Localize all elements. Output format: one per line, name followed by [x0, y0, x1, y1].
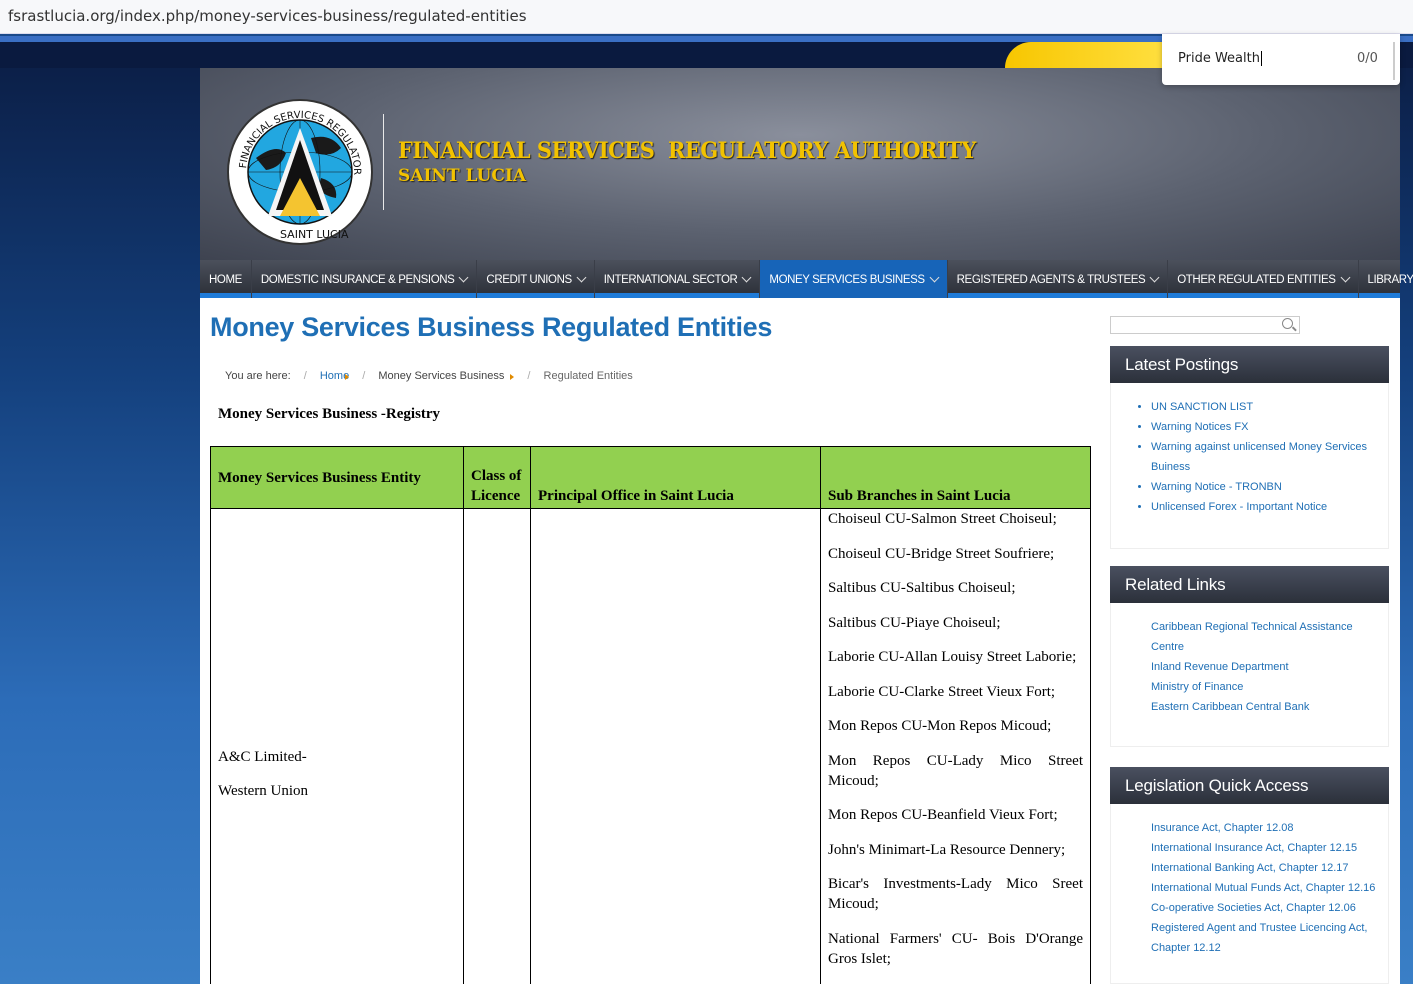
chevron-down-icon [458, 272, 469, 283]
chevron-down-icon [1340, 272, 1350, 283]
class-cell [463, 508, 531, 984]
find-match-count: 0/0 [1357, 51, 1378, 66]
column-header-entity: Money Services Business Entity [210, 446, 464, 509]
legislation-link[interactable]: Registered Agent and Trustee Licencing A… [1151, 918, 1378, 958]
legislation-link[interactable]: International Mutual Funds Act, Chapter … [1151, 878, 1378, 898]
latest-posting-link[interactable]: Unlicensed Forex - Important Notice [1151, 497, 1378, 517]
registry-table: Money Services Business Entity Class of … [210, 446, 1091, 984]
related-link[interactable]: Ministry of Finance [1151, 677, 1378, 697]
branch-item: Saltibus CU-Saltibus Choiseul; [828, 580, 1016, 596]
legislation-link[interactable]: International Insurance Act, Chapter 12.… [1151, 838, 1378, 858]
nav-library[interactable]: LIBRARY [1359, 260, 1413, 298]
module-title: Latest Postings [1110, 346, 1389, 383]
org-subtitle: SAINT LUCIA [398, 166, 527, 186]
breadcrumb-section[interactable]: Money Services Business [378, 370, 504, 382]
latest-posting-link[interactable]: UN SANCTION LIST [1151, 397, 1378, 417]
breadcrumb-separator: / [527, 370, 531, 382]
breadcrumb-separator: / [303, 370, 307, 382]
nav-home[interactable]: HOME [200, 260, 252, 298]
nav-registered-agents[interactable]: REGISTERED AGENTS & TRUSTEES [948, 260, 1169, 298]
branch-item: John's Minimart-La Resource Dennery; [828, 841, 1066, 858]
address-bar[interactable]: fsrastlucia.org/index.php/money-services… [0, 0, 1413, 34]
chevron-down-icon [929, 272, 940, 283]
legislation-link[interactable]: International Banking Act, Chapter 12.17 [1151, 858, 1378, 878]
chevron-down-icon [1149, 272, 1160, 283]
search-icon[interactable] [1282, 318, 1293, 329]
arrow-right-icon [510, 374, 515, 380]
latest-postings-module: Latest Postings UN SANCTION LIST Warning… [1110, 346, 1389, 549]
nav-international-sector[interactable]: INTERNATIONAL SECTOR [595, 260, 761, 298]
office-cell [530, 508, 821, 984]
nav-money-services[interactable]: MONEY SERVICES BUSINESS [760, 260, 948, 298]
search-input[interactable] [1110, 316, 1300, 334]
branch-item: Mon Repos CU-Mon Repos Micoud; [828, 718, 1052, 734]
entity-brand: Western Union [218, 783, 309, 799]
related-link[interactable]: Eastern Caribbean Central Bank [1151, 697, 1378, 717]
registry-title: Money Services Business -Registry [218, 406, 441, 422]
branch-item: Mon Repos CU-Lady Mico Street Micoud; [828, 752, 1083, 789]
breadcrumb-separator: / [362, 370, 366, 382]
svg-text:SAINT LUCIA: SAINT LUCIA [280, 228, 349, 241]
breadcrumb: You are here: / Home / Money Services Bu… [225, 370, 643, 382]
page-title: Money Services Business Regulated Entiti… [210, 312, 773, 342]
org-title: FINANCIAL SERVICES REGULATORY AUTHORITY [398, 138, 976, 164]
breadcrumb-current: Regulated Entities [543, 370, 633, 382]
main-content: Money Services Business Regulated Entiti… [210, 312, 1091, 984]
branch-item: National Farmers' CU- Bois D'Orange Gros… [828, 930, 1083, 967]
table-row: A&C Limited- Western Union Choiseul CU-S… [210, 508, 1091, 984]
gold-accent [1005, 42, 1165, 68]
branch-item: Laborie CU-Allan Louisy Street Laborie; [828, 649, 1077, 665]
branch-item: Choiseul CU-Salmon Street Choiseul; [828, 511, 1057, 527]
column-header-office: Principal Office in Saint Lucia [530, 446, 821, 509]
latest-posting-link[interactable]: Warning Notices FX [1151, 417, 1378, 437]
breadcrumb-prefix: You are here: [225, 370, 291, 382]
chevron-down-icon [576, 272, 587, 283]
branch-item: Bicar's Investments-Lady Mico Sreet Mico… [828, 876, 1083, 912]
nav-other-entities[interactable]: OTHER REGULATED ENTITIES [1168, 260, 1359, 298]
find-in-page-bar: Pride Wealth 0/0 [1162, 34, 1400, 85]
related-link[interactable]: Inland Revenue Department [1151, 657, 1378, 677]
latest-posting-link[interactable]: Warning Notice - TRONBN [1151, 477, 1378, 497]
fsra-logo: FINANCIAL SERVICES REGULATORY AUTHORITY … [226, 98, 373, 245]
table-header-row: Money Services Business Entity Class of … [210, 446, 1091, 509]
module-title: Legislation Quick Access [1110, 767, 1389, 804]
related-links-module: Related Links Caribbean Regional Technic… [1110, 566, 1389, 747]
branch-item: Choiseul CU-Bridge Street Soufriere; [828, 545, 1055, 562]
header-divider [383, 114, 384, 210]
column-header-branches: Sub Branches in Saint Lucia [820, 446, 1091, 509]
nav-domestic-insurance[interactable]: DOMESTIC INSURANCE & PENSIONS [252, 260, 478, 298]
latest-posting-link[interactable]: Warning against unlicensed Money Service… [1151, 437, 1378, 477]
branches-cell: Choiseul CU-Salmon Street Choiseul; Choi… [820, 508, 1091, 984]
branch-item: Laborie CU-Clarke Street Vieux Fort; [828, 683, 1056, 700]
branch-item: Saltibus CU-Piaye Choiseul; [828, 614, 1001, 631]
branch-item: Mon Repos CU-Beanfield Vieux Fort; [828, 807, 1058, 823]
column-header-class: Class of Licence [463, 446, 531, 509]
find-bar-divider [1393, 42, 1395, 80]
related-link[interactable]: Caribbean Regional Technical Assistance … [1151, 617, 1378, 657]
nav-credit-unions[interactable]: CREDIT UNIONS [477, 260, 595, 298]
legislation-module: Legislation Quick Access Insurance Act, … [1110, 767, 1389, 984]
site-container: FINANCIAL SERVICES REGULATORY AUTHORITY … [200, 68, 1413, 984]
module-title: Related Links [1110, 566, 1389, 603]
site-header: FINANCIAL SERVICES REGULATORY AUTHORITY … [200, 68, 1400, 260]
entity-cell: A&C Limited- Western Union [210, 508, 464, 984]
legislation-link[interactable]: Co-operative Societies Act, Chapter 12.0… [1151, 898, 1378, 918]
arrow-right-icon [345, 374, 350, 380]
find-input[interactable]: Pride Wealth [1178, 51, 1262, 66]
entity-name: A&C Limited- [218, 749, 307, 765]
main-nav: HOME DOMESTIC INSURANCE & PENSIONS CREDI… [200, 260, 1413, 298]
legislation-link[interactable]: Insurance Act, Chapter 12.08 [1151, 818, 1378, 838]
chevron-down-icon [741, 272, 752, 283]
